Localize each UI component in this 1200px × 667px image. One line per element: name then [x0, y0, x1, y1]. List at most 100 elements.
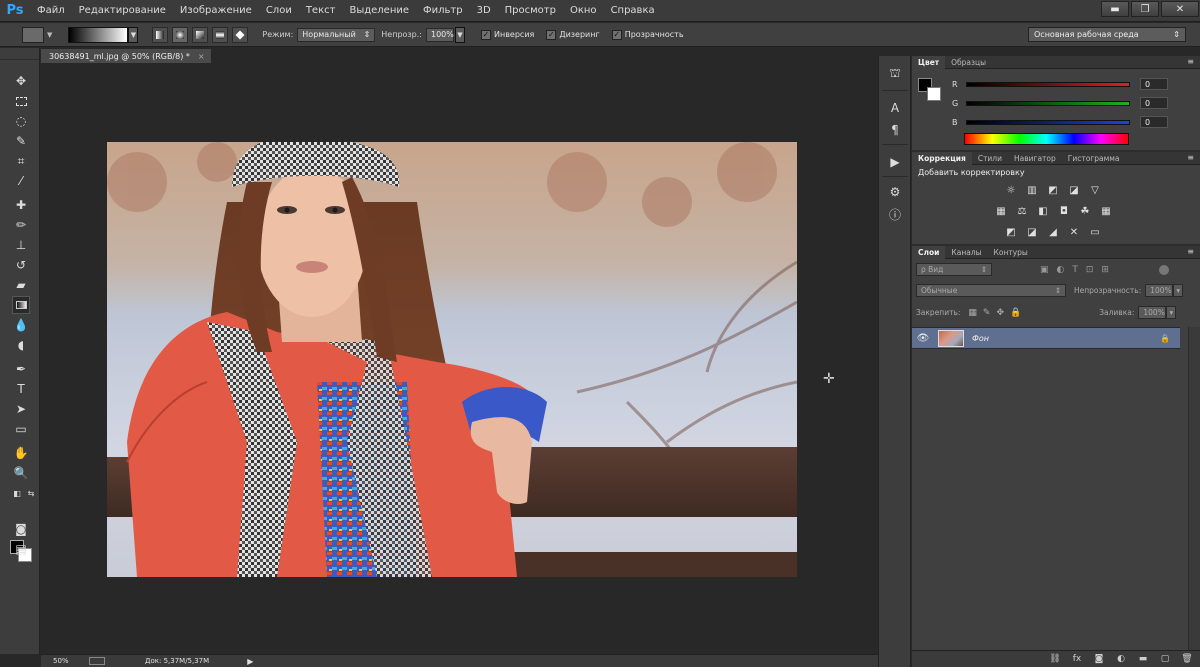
vibrance-icon[interactable]: ▽ — [1086, 183, 1104, 197]
selective-color-icon[interactable]: ✕ — [1065, 225, 1083, 239]
photo-filter-icon[interactable]: ◘ — [1055, 204, 1073, 218]
history-icon[interactable]: ⛫ — [886, 66, 904, 82]
menu-filter[interactable]: Фильтр — [416, 0, 470, 22]
lasso-tool-icon[interactable]: ◌ — [12, 112, 30, 130]
blend-mode-dropdown[interactable]: Обычные ⇕ — [916, 284, 1066, 297]
lock-all-icon[interactable]: 🔒 — [1010, 308, 1021, 318]
actions-play-icon[interactable]: ▶ — [886, 154, 904, 170]
angle-gradient-button[interactable] — [192, 26, 209, 43]
blue-value[interactable]: 0 — [1140, 116, 1168, 128]
character-icon[interactable]: A — [886, 100, 904, 116]
tab-navigator[interactable]: Навигатор — [1008, 152, 1062, 165]
eraser-tool-icon[interactable]: ▰ — [12, 276, 30, 294]
menu-window[interactable]: Окно — [563, 0, 604, 22]
tab-color[interactable]: Цвет — [912, 55, 946, 69]
restore-button[interactable]: ❐ — [1131, 1, 1159, 17]
eyedropper-tool-icon[interactable]: ⁄ — [12, 172, 30, 190]
type-filter-icon[interactable]: T — [1072, 265, 1078, 275]
rectangle-tool-icon[interactable]: ▭ — [12, 420, 30, 438]
filter-toggle[interactable] — [1158, 264, 1169, 275]
paragraph-icon[interactable]: ¶ — [886, 122, 904, 138]
green-slider[interactable] — [966, 100, 1130, 106]
screen-mode-icon[interactable]: ▤ — [12, 540, 30, 558]
fill-input[interactable]: 100% — [1138, 306, 1167, 319]
healing-brush-tool-icon[interactable]: ✚ — [12, 196, 30, 214]
menu-view[interactable]: Просмотр — [498, 0, 563, 22]
tab-paths[interactable]: Контуры — [988, 246, 1034, 259]
tab-histogram[interactable]: Гистограмма — [1062, 152, 1126, 165]
info-icon[interactable]: ⓘ — [886, 206, 904, 222]
smart-object-filter-icon[interactable]: ⊞ — [1101, 265, 1109, 275]
new-adjustment-layer-icon[interactable]: ◐ — [1114, 654, 1128, 664]
hand-tool-icon[interactable]: ✋ — [12, 444, 30, 462]
layer-name[interactable]: Фон — [972, 334, 989, 343]
gradient-dropdown-icon[interactable]: ▼ — [128, 26, 139, 43]
close-tab-icon[interactable]: × — [198, 52, 205, 61]
toolbar-grip[interactable] — [0, 48, 39, 60]
tab-swatches[interactable]: Образцы — [945, 56, 992, 69]
link-layers-icon[interactable]: ⛓ — [1048, 654, 1062, 664]
diamond-gradient-button[interactable] — [232, 26, 249, 43]
green-value[interactable]: 0 — [1140, 97, 1168, 109]
reverse-checkbox[interactable]: ✓ Инверсия — [481, 29, 534, 40]
transparency-checkbox[interactable]: ✓ Прозрачность — [611, 29, 684, 40]
proxy-icon[interactable] — [89, 657, 105, 665]
chevron-down-icon[interactable]: ▾ — [1166, 306, 1177, 319]
radial-gradient-button[interactable] — [172, 26, 189, 43]
lock-pixels-icon[interactable]: ✎ — [983, 308, 991, 318]
gradient-tool-icon[interactable] — [12, 296, 30, 314]
quick-mask-icon[interactable]: ◙ — [12, 520, 30, 538]
adjustment-filter-icon[interactable]: ◐ — [1057, 265, 1065, 275]
layer-opacity-input[interactable]: 100% — [1145, 284, 1174, 297]
menu-3d[interactable]: 3D — [470, 0, 498, 22]
color-balance-icon[interactable]: ⚖ — [1013, 204, 1031, 218]
new-layer-icon[interactable]: ▢ — [1158, 654, 1172, 664]
workspace-switcher[interactable]: Основная рабочая среда ⇕ — [1028, 27, 1186, 42]
hue-saturation-icon[interactable]: ▦ — [992, 204, 1010, 218]
color-lookup-icon[interactable]: ▦ — [1097, 204, 1115, 218]
document-tab[interactable]: 30638491_ml.jpg @ 50% (RGB/8) * × — [41, 49, 211, 63]
layers-scrollbar[interactable] — [1188, 327, 1200, 650]
panel-menu-icon[interactable]: ≡ — [1187, 247, 1194, 256]
move-tool-icon[interactable]: ✥ — [12, 72, 30, 90]
tab-styles[interactable]: Стили — [972, 152, 1008, 165]
quick-selection-tool-icon[interactable]: ✎ — [12, 132, 30, 150]
curves-icon[interactable]: ◩ — [1044, 183, 1062, 197]
levels-icon[interactable]: ▥ — [1023, 183, 1041, 197]
layer-filter-dropdown[interactable]: ρ Вид ⇕ — [916, 263, 992, 276]
marquee-tool-icon[interactable] — [12, 92, 30, 110]
zoom-tool-icon[interactable]: 🔍 — [12, 464, 30, 482]
invert-icon[interactable]: ◩ — [1002, 225, 1020, 239]
zoom-level[interactable]: 50% — [53, 657, 81, 665]
menu-layers[interactable]: Слои — [259, 0, 299, 22]
gradient-map-icon[interactable]: ▭ — [1086, 225, 1104, 239]
menu-text[interactable]: Текст — [299, 0, 343, 22]
new-group-icon[interactable]: ▬ — [1136, 654, 1150, 664]
blue-slider[interactable] — [966, 119, 1130, 125]
tool-preset-picker[interactable] — [22, 26, 44, 43]
panel-background-color[interactable] — [927, 87, 941, 101]
pen-tool-icon[interactable]: ✒ — [12, 360, 30, 378]
panel-menu-icon[interactable]: ≡ — [1187, 153, 1194, 162]
brush-tool-icon[interactable]: ✏ — [12, 216, 30, 234]
menu-help[interactable]: Справка — [604, 0, 662, 22]
layer-style-fx-icon[interactable]: fx — [1070, 654, 1084, 664]
red-slider[interactable] — [966, 81, 1130, 87]
blur-tool-icon[interactable]: 💧 — [12, 316, 30, 334]
threshold-icon[interactable]: ◢ — [1044, 225, 1062, 239]
eye-icon[interactable]: 👁 — [912, 333, 934, 344]
menu-select[interactable]: Выделение — [342, 0, 416, 22]
opacity-dropdown-icon[interactable]: ▼ — [455, 26, 465, 43]
brush-presets-icon[interactable]: ⚙ — [886, 184, 904, 200]
tab-layers[interactable]: Слои — [912, 245, 946, 259]
lock-position-icon[interactable]: ✥ — [996, 308, 1004, 318]
exposure-icon[interactable]: ◪ — [1065, 183, 1083, 197]
crop-tool-icon[interactable]: ⌗ — [12, 152, 30, 170]
stamp-tool-icon[interactable]: ⊥ — [12, 236, 30, 254]
mode-dropdown[interactable]: Нормальный ⇕ — [297, 27, 376, 42]
linear-gradient-button[interactable] — [152, 26, 169, 43]
panel-menu-icon[interactable]: ≡ — [1187, 57, 1194, 66]
black-white-icon[interactable]: ◧ — [1034, 204, 1052, 218]
chevron-down-icon[interactable]: ▼ — [47, 31, 52, 39]
menu-file[interactable]: Файл — [30, 0, 72, 22]
